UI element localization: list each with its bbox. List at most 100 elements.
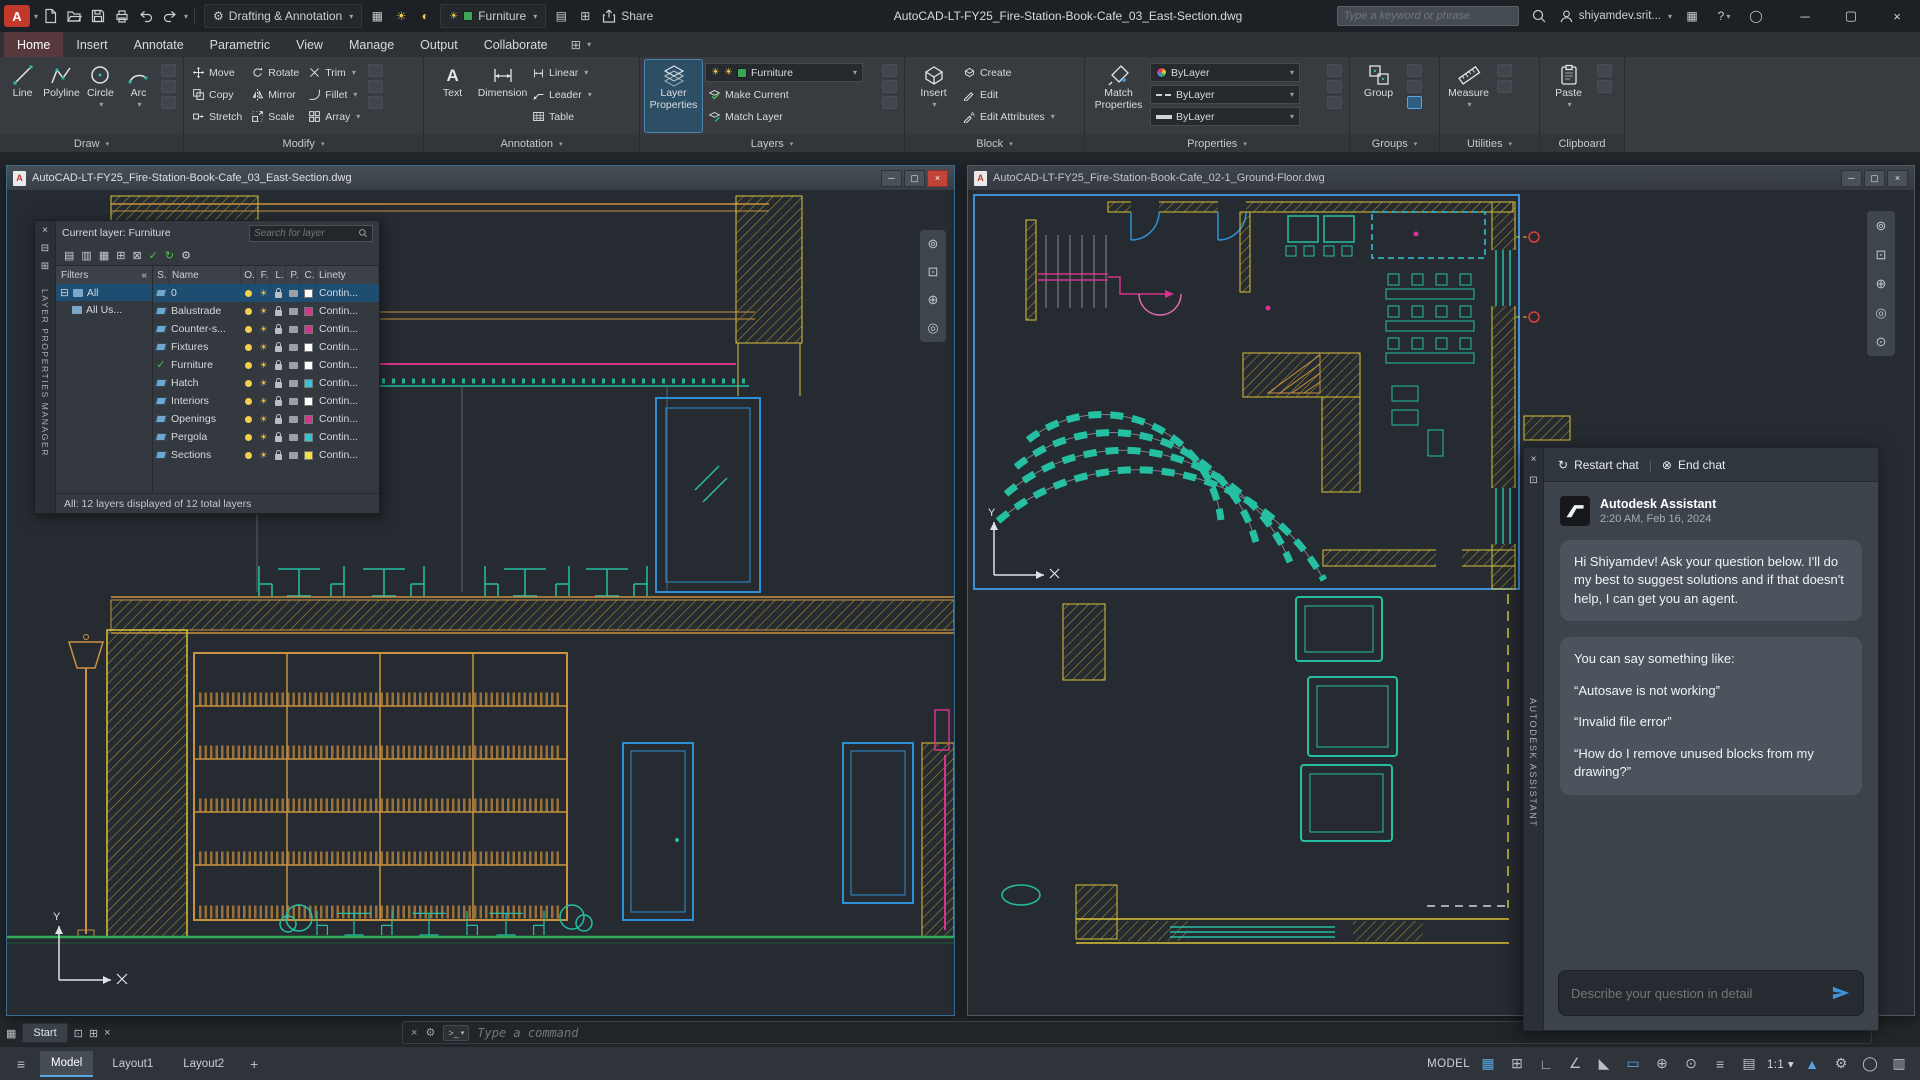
panel-layers-footer[interactable]: Layers▾ <box>640 135 904 152</box>
group-selection-toggle[interactable] <box>1407 96 1422 109</box>
redo-icon[interactable] <box>158 4 182 28</box>
table-button[interactable]: Table <box>529 107 595 126</box>
isolate-objects-icon[interactable]: ◯ <box>1859 1053 1881 1075</box>
match-layer-button[interactable]: Match Layer <box>705 107 877 126</box>
navigation-bar[interactable]: ⊚ ⊡ ⊕ ◎ ⊙ <box>1867 211 1895 356</box>
suggestion-autosave[interactable]: “Autosave is not working” <box>1574 682 1848 700</box>
layer-row-Furniture[interactable]: ✓Furniture☀Contin... <box>153 356 379 374</box>
filter-all[interactable]: ⊟All <box>56 284 152 301</box>
save-icon[interactable] <box>86 4 110 28</box>
palette-close-icon[interactable]: × <box>42 225 48 236</box>
workspace-switch-icon[interactable]: ⚙ <box>1830 1053 1852 1075</box>
groups-extra-tools[interactable] <box>1405 60 1424 132</box>
panel-block-footer[interactable]: Block▾ <box>905 135 1084 152</box>
lineweight-dropdown[interactable]: ByLayer ▾ <box>1150 107 1300 126</box>
polar-tracking-icon[interactable]: ∠ <box>1564 1053 1586 1075</box>
doc-restore-button[interactable]: ▢ <box>904 170 925 187</box>
mirror-button[interactable]: Mirror <box>248 85 302 104</box>
annotation-visibility-icon[interactable]: ▲ <box>1801 1053 1823 1075</box>
window-minimize-button[interactable]: ─ <box>1782 0 1828 32</box>
tab-output[interactable]: Output <box>407 32 471 57</box>
assistant-question-input[interactable] <box>1571 986 1823 1001</box>
plan-window-titlebar[interactable]: AutoCAD-LT-FY25_Fire-Station-Book-Cafe_0… <box>968 166 1914 190</box>
filter-all-used[interactable]: All Us... <box>56 301 152 318</box>
orbit-icon[interactable]: ◎ <box>1875 305 1886 321</box>
doc-maximize-icon[interactable]: ⊞ <box>89 1027 98 1040</box>
edit-attributes-button[interactable]: AEdit Attributes▾ <box>960 107 1058 126</box>
polyline-button[interactable]: Polyline <box>43 60 80 132</box>
line-button[interactable]: Line <box>5 60 40 132</box>
layer-search-box[interactable] <box>249 225 373 242</box>
start-tab[interactable]: Start <box>22 1023 67 1043</box>
draw-extra-tools[interactable] <box>159 60 178 132</box>
panel-modify-footer[interactable]: Modify▾ <box>184 135 423 152</box>
share-label[interactable]: Share <box>621 9 653 23</box>
full-nav-wheel-icon[interactable]: ⊚ <box>928 236 939 252</box>
tab-insert[interactable]: Insert <box>63 32 120 57</box>
day-night-icon[interactable]: ☀ <box>389 4 413 28</box>
clipboard-extra-tools[interactable] <box>1595 60 1614 132</box>
account-menu[interactable]: shiyamdev.srit... ▾ <box>1559 9 1672 24</box>
suggestion-invalid-file[interactable]: “Invalid file error” <box>1574 713 1848 731</box>
doc-close-button[interactable]: × <box>1887 170 1908 187</box>
undo-icon[interactable] <box>134 4 158 28</box>
tab-view[interactable]: View <box>283 32 336 57</box>
infer-constraints-icon[interactable]: ∟ <box>1535 1053 1557 1075</box>
customize-command-icon[interactable]: ⚙ <box>425 1026 435 1039</box>
assistant-titlebar[interactable]: × ⊡ AUTODESK ASSISTANT <box>1523 447 1543 1031</box>
layer-grid-header[interactable]: S. Name O. F. L. P. C. Linety <box>153 266 379 284</box>
annotation-monitor-icon[interactable]: ▦ <box>365 4 389 28</box>
layer-search-input[interactable] <box>254 228 355 239</box>
suggestion-unused-blocks[interactable]: “How do I remove unused blocks from my d… <box>1574 745 1848 782</box>
panel-clipboard-footer[interactable]: Clipboard <box>1540 135 1624 152</box>
layout1-tab[interactable]: Layout1 <box>101 1051 164 1077</box>
edit-block-button[interactable]: Edit <box>960 85 1058 104</box>
layer-select-dropdown[interactable]: ☀ ☀ Furniture ▾ <box>705 63 863 82</box>
object-snap-tracking-icon[interactable]: ⊙ <box>1680 1053 1702 1075</box>
orbit-icon[interactable]: ◎ <box>927 320 938 336</box>
tab-annotate[interactable]: Annotate <box>121 32 197 57</box>
assistant-autohide-icon[interactable]: ⊡ <box>1529 475 1537 486</box>
open-file-icon[interactable] <box>62 4 86 28</box>
array-button[interactable]: Array▾ <box>305 107 363 126</box>
doc-close-icon[interactable]: × <box>104 1027 110 1039</box>
bulb-icon[interactable]: ◐ <box>413 4 437 28</box>
window-maximize-button[interactable]: ▢ <box>1828 0 1874 32</box>
doc-restore-button[interactable]: ▢ <box>1864 170 1885 187</box>
section-document-window[interactable]: AutoCAD-LT-FY25_Fire-Station-Book-Cafe_0… <box>6 165 955 1016</box>
new-layer-icon[interactable]: ⊞ <box>116 249 125 262</box>
layer-row-Sections[interactable]: Sections☀Contin... <box>153 446 379 464</box>
utilities-extra-tools[interactable] <box>1495 60 1514 132</box>
help-icon[interactable]: ?▾ <box>1712 4 1736 28</box>
section-canvas[interactable]: Y ⊚ ⊡ ⊕ ◎ × ⊟ ⊞ LAYER PROPERTIES MANAGER <box>7 190 954 1015</box>
measure-button[interactable]: Measure▾ <box>1445 60 1492 132</box>
restart-chat-button[interactable]: ↻ Restart chat <box>1558 458 1639 472</box>
layout2-tab[interactable]: Layout2 <box>172 1051 235 1077</box>
arc-button[interactable]: Arc▾ <box>121 60 156 132</box>
panel-groups-footer[interactable]: Groups▾ <box>1350 135 1439 152</box>
help-search-box[interactable] <box>1337 6 1519 26</box>
app-store-icon[interactable]: ▦ <box>1680 4 1704 28</box>
make-current-button[interactable]: Make Current <box>705 85 877 104</box>
delete-layer-icon[interactable]: ⊠ <box>132 249 141 262</box>
autocad-logo-icon[interactable] <box>4 5 30 27</box>
assistant-close-icon[interactable]: × <box>1531 454 1537 465</box>
assistant-input-box[interactable] <box>1558 970 1864 1016</box>
dynamic-input-icon[interactable]: ▭ <box>1622 1053 1644 1075</box>
palette-titlebar[interactable]: × ⊟ ⊞ LAYER PROPERTIES MANAGER <box>35 221 56 513</box>
search-icon[interactable] <box>1527 4 1551 28</box>
scale-button[interactable]: Scale <box>248 107 302 126</box>
stretch-button[interactable]: Stretch <box>189 107 245 126</box>
layer-properties-manager[interactable]: × ⊟ ⊞ LAYER PROPERTIES MANAGER Current l… <box>34 220 380 514</box>
tab-manage[interactable]: Manage <box>336 32 407 57</box>
palette-settings-icon[interactable]: ⚙ <box>181 249 191 262</box>
new-file-icon[interactable] <box>38 4 62 28</box>
new-layout-icon[interactable]: + <box>243 1053 265 1075</box>
modify-extra-tools[interactable] <box>366 60 385 132</box>
layer-row-Hatch[interactable]: Hatch☀Contin... <box>153 374 379 392</box>
linear-button[interactable]: Linear▾ <box>529 63 595 82</box>
recent-commands-icon[interactable]: >_▾ <box>443 1025 469 1041</box>
open-from-web-icon[interactable]: ⊞ <box>573 4 597 28</box>
linetype-dropdown[interactable]: ByLayer ▾ <box>1150 85 1300 104</box>
full-nav-wheel-icon[interactable]: ⊚ <box>1876 218 1887 234</box>
